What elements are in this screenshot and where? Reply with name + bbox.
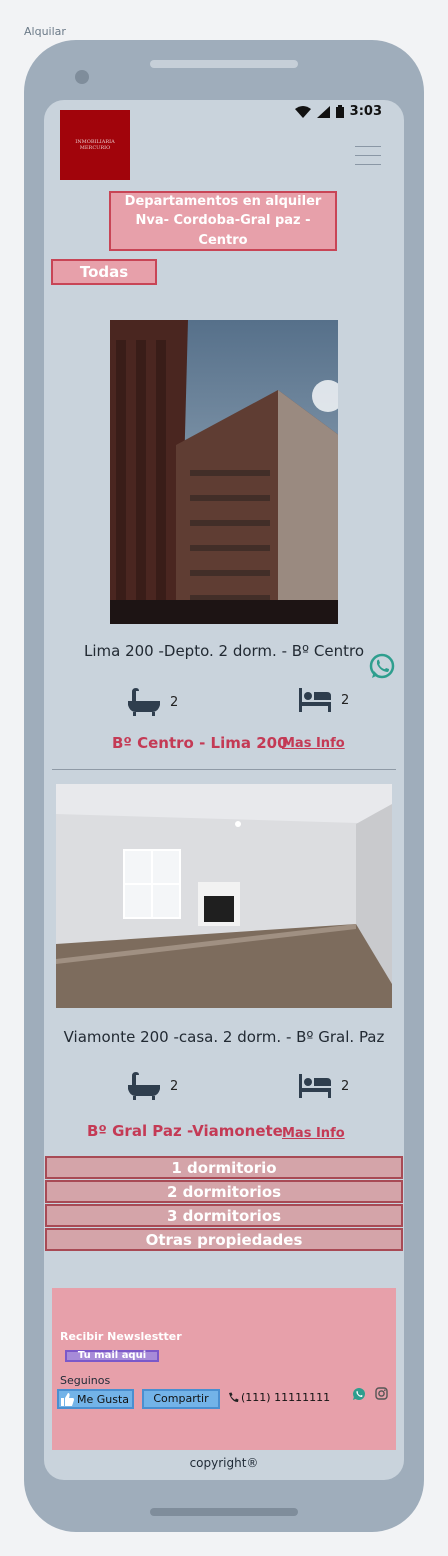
copyright: copyright® <box>189 1456 259 1470</box>
thumbs-up-icon <box>61 1392 74 1406</box>
phone-camera <box>75 70 89 84</box>
status-bar: 3:03 <box>294 104 382 119</box>
logo[interactable]: INMOBILIARIA MERCURIO <box>60 110 130 180</box>
wifi-icon <box>294 105 311 118</box>
filter-2-bedrooms[interactable]: 2 dormitorios <box>45 1180 403 1203</box>
whatsapp-icon[interactable] <box>352 1387 366 1401</box>
property-title: Viamonte 200 -casa. 2 dorm. - Bº Gral. P… <box>63 1028 385 1046</box>
frame-label: Alquilar <box>24 25 66 38</box>
bathtub-icon <box>128 688 160 716</box>
status-time: 3:03 <box>349 104 382 119</box>
property-photo-interior[interactable] <box>56 784 392 1008</box>
bed-count: 2 <box>299 1074 349 1098</box>
filter-1-bedroom[interactable]: 1 dormitorio <box>45 1156 403 1179</box>
follow-label: Seguinos <box>60 1374 111 1387</box>
property-title: Lima 200 -Depto. 2 dorm. - Bº Centro <box>83 642 364 660</box>
bed-icon <box>299 1074 331 1098</box>
filter-all-button[interactable]: Todas <box>51 259 157 285</box>
logo-line2: MERCURIO <box>79 145 111 151</box>
phone-icon <box>229 1392 239 1402</box>
bed-value: 2 <box>341 692 350 708</box>
like-label: Me Gusta <box>77 1392 130 1406</box>
divider <box>52 769 396 770</box>
more-info-link[interactable]: Mas Info <box>282 1126 345 1141</box>
battery-icon <box>335 105 344 118</box>
property-photo-building[interactable] <box>110 320 338 624</box>
screen: 3:03 INMOBILIARIA MERCURIO Departamentos … <box>44 100 404 1480</box>
newsletter-email-input[interactable]: Tu mail aqui <box>65 1350 159 1362</box>
newsletter-label: Recibir Newslestter <box>60 1330 182 1343</box>
heading-line1: Departamentos en alquiler <box>124 193 322 209</box>
property-location: Bº Centro - Lima 200 <box>112 734 288 752</box>
more-info-link[interactable]: Mas Info <box>282 736 345 751</box>
logo-line1: INMOBILIARIA <box>75 138 115 145</box>
bathtub-icon <box>128 1072 160 1100</box>
contact-phone[interactable]: (111) 11111111 <box>228 1391 330 1404</box>
filter-3-bedrooms[interactable]: 3 dormitorios <box>45 1204 403 1227</box>
property-location: Bº Gral Paz -Viamonete <box>87 1122 283 1140</box>
filter-other-properties[interactable]: Otras propiedades <box>45 1228 403 1251</box>
share-button[interactable]: Compartir <box>142 1389 220 1409</box>
bed-icon <box>299 688 331 712</box>
bed-value: 2 <box>341 1078 350 1094</box>
like-button[interactable]: Me Gusta <box>57 1389 134 1409</box>
bath-count: 2 <box>128 1072 178 1100</box>
bath-value: 2 <box>170 694 179 710</box>
signal-icon <box>316 105 330 118</box>
hamburger-icon[interactable] <box>355 146 381 166</box>
phone-number: (111) 11111111 <box>241 1391 331 1404</box>
bath-count: 2 <box>128 688 178 716</box>
phone-speaker <box>150 60 298 68</box>
footer: Recibir Newslestter Tu mail aqui Seguino… <box>52 1288 396 1450</box>
instagram-icon[interactable] <box>375 1387 388 1400</box>
bath-value: 2 <box>170 1078 179 1094</box>
page-heading: Departamentos en alquiler Nva- Cordoba-G… <box>109 191 337 251</box>
home-indicator[interactable] <box>150 1508 298 1516</box>
heading-line2: Nva- Cordoba-Gral paz - Centro <box>135 213 311 248</box>
bed-count: 2 <box>299 688 349 712</box>
whatsapp-icon[interactable] <box>368 652 396 680</box>
bedroom-filters: 1 dormitorio 2 dormitorios 3 dormitorios… <box>45 1156 403 1252</box>
